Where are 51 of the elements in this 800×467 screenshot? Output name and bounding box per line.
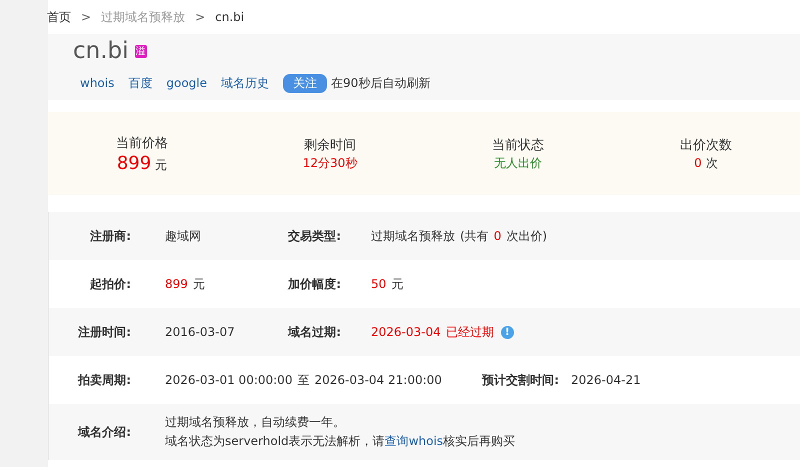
- field-label: 加价幅度:: [286, 276, 341, 292]
- domain-badge: 溢: [134, 44, 147, 58]
- intro-text: 域名状态为serverhold表示无法解析，请: [165, 434, 385, 448]
- breadcrumb-separator: >: [81, 10, 92, 24]
- value-text: 过期域名预释放: [371, 228, 455, 244]
- value-text: 次: [706, 154, 718, 172]
- value-text: 0: [694, 156, 702, 170]
- field-label: 起拍价:: [89, 276, 131, 292]
- stat-label: 出价次数: [680, 136, 732, 154]
- value-text: 元: [192, 276, 205, 292]
- breadcrumb-link[interactable]: 首页: [47, 8, 71, 26]
- value-text: 2026-04-21: [571, 373, 641, 387]
- header-link[interactable]: 百度: [128, 74, 152, 92]
- header-link[interactable]: google: [166, 76, 207, 90]
- price-text: 899: [116, 152, 152, 174]
- value-text: 趣域网: [165, 228, 201, 244]
- status-text: 无人出价: [494, 154, 542, 172]
- value-text: 次出价): [506, 228, 548, 244]
- whois-link[interactable]: 查询whois: [384, 434, 444, 448]
- stat-label: 当前状态: [492, 136, 544, 154]
- field-label: 域名介绍:: [76, 424, 131, 440]
- value-text: 0: [494, 229, 502, 243]
- field-label: 域名过期:: [286, 324, 341, 340]
- value-text: 元: [155, 156, 168, 174]
- value-text: 899: [165, 277, 188, 291]
- value-text: 至: [297, 372, 310, 388]
- value-text: 2026-03-01 00:00:00: [165, 373, 292, 387]
- field-label: 交易类型:: [287, 228, 341, 244]
- field-label: 注册时间:: [77, 324, 131, 340]
- value-text: 已经过期: [446, 324, 494, 340]
- follow-button[interactable]: 关注: [283, 74, 327, 92]
- stat-label: 剩余时间: [304, 136, 356, 154]
- header-link[interactable]: whois: [80, 76, 114, 90]
- stat-label: 当前价格: [116, 134, 168, 152]
- breadcrumb-separator: >: [195, 10, 206, 24]
- value-text: 2026-03-04: [371, 325, 441, 339]
- value-text: (共有: [460, 228, 489, 244]
- domain-name: cn.bi: [73, 38, 129, 64]
- field-label: 预计交割时间:: [480, 372, 559, 388]
- value-text: 12分30秒: [302, 154, 358, 172]
- breadcrumb-current: cn.bi: [215, 10, 244, 24]
- refresh-note: 在90秒后自动刷新: [331, 74, 430, 92]
- field-label: 拍卖周期:: [76, 372, 131, 388]
- value-text: 50: [371, 277, 386, 291]
- intro-text: 核实后再购买: [443, 434, 516, 448]
- header-link[interactable]: 域名历史: [221, 74, 269, 92]
- value-text: 元: [391, 276, 404, 292]
- value-text: 2016-03-07: [165, 325, 235, 339]
- field-label: 注册商:: [89, 228, 131, 244]
- intro-text: 过期域名预释放，自动续费一年。: [165, 415, 345, 429]
- value-text: 2026-03-04 21:00:00: [314, 373, 442, 387]
